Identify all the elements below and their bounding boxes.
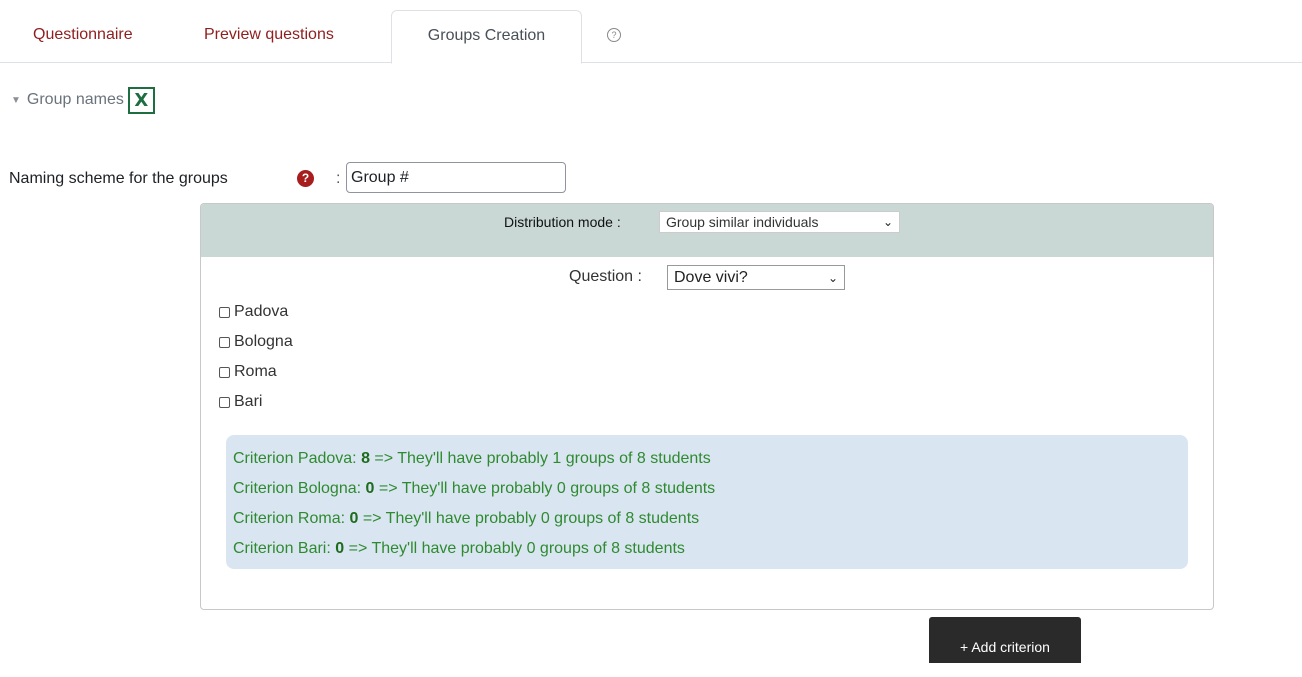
checkbox[interactable] xyxy=(219,396,230,408)
naming-colon: : xyxy=(336,170,341,187)
option-label: Bologna xyxy=(234,333,293,350)
option-label: Roma xyxy=(234,363,277,380)
help-question-icon[interactable]: ? xyxy=(297,170,314,187)
tab-questionnaire[interactable]: Questionnaire xyxy=(33,10,133,63)
options-list: Padova Bologna Roma Bari xyxy=(219,297,293,417)
chevron-down-icon: ⌄ xyxy=(882,215,893,229)
group-names-title: Group names xyxy=(26,91,124,108)
chevron-down-icon: ⌄ xyxy=(827,270,838,285)
result-line: Criterion Padova: 8 => They'll have prob… xyxy=(233,450,711,467)
naming-scheme-label: Naming scheme for the groups xyxy=(9,170,228,187)
result-line: Criterion Bari: 0 => They'll have probab… xyxy=(233,540,685,557)
distribution-mode-select[interactable]: Group similar individuals ⌄ xyxy=(659,211,900,233)
help-icon: ? xyxy=(607,27,621,42)
distribution-bar: Distribution mode : Group similar indivi… xyxy=(201,204,1213,257)
option-bari[interactable]: Bari xyxy=(219,387,293,417)
question-value: Dove vivi? xyxy=(674,268,748,286)
excel-icon[interactable]: X xyxy=(127,86,155,114)
option-roma[interactable]: Roma xyxy=(219,357,293,387)
checkbox[interactable] xyxy=(219,336,230,348)
group-names-header[interactable]: ▼ Group names X xyxy=(11,86,155,114)
option-label: Padova xyxy=(234,303,289,320)
result-line: Criterion Roma: 0 => They'll have probab… xyxy=(233,510,700,527)
tab-groups-creation[interactable]: Groups Creation xyxy=(391,10,582,64)
add-criterion-button[interactable]: + Add criterion xyxy=(929,617,1081,663)
option-padova[interactable]: Padova xyxy=(219,297,293,327)
distribution-mode-value: Group similar individuals xyxy=(666,214,819,230)
option-bologna[interactable]: Bologna xyxy=(219,327,293,357)
tab-help[interactable]: ? xyxy=(607,10,621,63)
naming-scheme-input[interactable] xyxy=(346,162,566,193)
question-label: Question : xyxy=(569,268,642,285)
criterion-results: Criterion Padova: 8 => They'll have prob… xyxy=(226,435,1188,569)
distribution-mode-label: Distribution mode : xyxy=(504,214,621,230)
option-label: Bari xyxy=(234,393,263,410)
result-line: Criterion Bologna: 0 => They'll have pro… xyxy=(233,480,716,497)
question-select[interactable]: Dove vivi? ⌄ xyxy=(667,265,845,290)
collapse-caret-icon: ▼ xyxy=(11,94,21,106)
tab-bar: Questionnaire Preview questions Groups C… xyxy=(0,0,1302,64)
tab-preview-questions[interactable]: Preview questions xyxy=(204,10,334,63)
checkbox[interactable] xyxy=(219,306,230,318)
criterion-box: Distribution mode : Group similar indivi… xyxy=(200,203,1214,610)
checkbox[interactable] xyxy=(219,366,230,378)
